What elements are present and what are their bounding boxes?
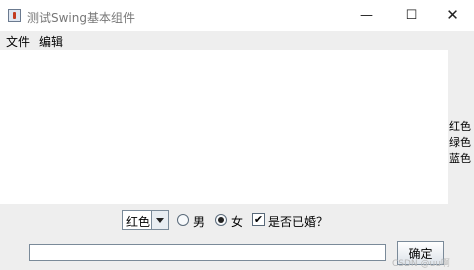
watermark: CSDN @uu啊: [392, 259, 450, 269]
radio-male-label[interactable]: 男: [193, 213, 205, 230]
color-combo-value: 红色: [126, 215, 151, 229]
color-list-item-red[interactable]: 红色: [449, 119, 474, 135]
color-list-item-blue[interactable]: 蓝色: [449, 151, 474, 167]
menu-file[interactable]: 文件: [6, 33, 30, 50]
maximize-button[interactable]: ☐: [389, 0, 434, 31]
minimize-button[interactable]: —: [344, 0, 389, 31]
java-app-icon: [8, 9, 21, 22]
title-bar: 测试Swing基本组件 — ☐ ✕: [0, 0, 474, 31]
controls-row: 红色 男 女 ✔ 是否已婚？: [0, 208, 474, 232]
menu-edit[interactable]: 编辑: [39, 33, 63, 50]
married-checkbox-label[interactable]: 是否已婚？: [268, 213, 328, 230]
text-input[interactable]: [29, 244, 386, 261]
menu-bar: 文件 编辑: [0, 31, 474, 50]
color-list: 红色 绿色 蓝色: [449, 119, 474, 167]
chevron-down-icon[interactable]: [151, 211, 168, 229]
text-area[interactable]: [0, 50, 448, 204]
radio-female[interactable]: [215, 214, 227, 226]
married-checkbox[interactable]: ✔: [252, 213, 265, 226]
check-icon: ✔: [253, 213, 264, 226]
close-button[interactable]: ✕: [430, 0, 474, 31]
radio-female-label[interactable]: 女: [231, 213, 243, 230]
color-combo-box[interactable]: 红色: [122, 210, 169, 230]
color-list-item-green[interactable]: 绿色: [449, 135, 474, 151]
radio-male[interactable]: [177, 214, 189, 226]
window-title: 测试Swing基本组件: [27, 11, 135, 25]
